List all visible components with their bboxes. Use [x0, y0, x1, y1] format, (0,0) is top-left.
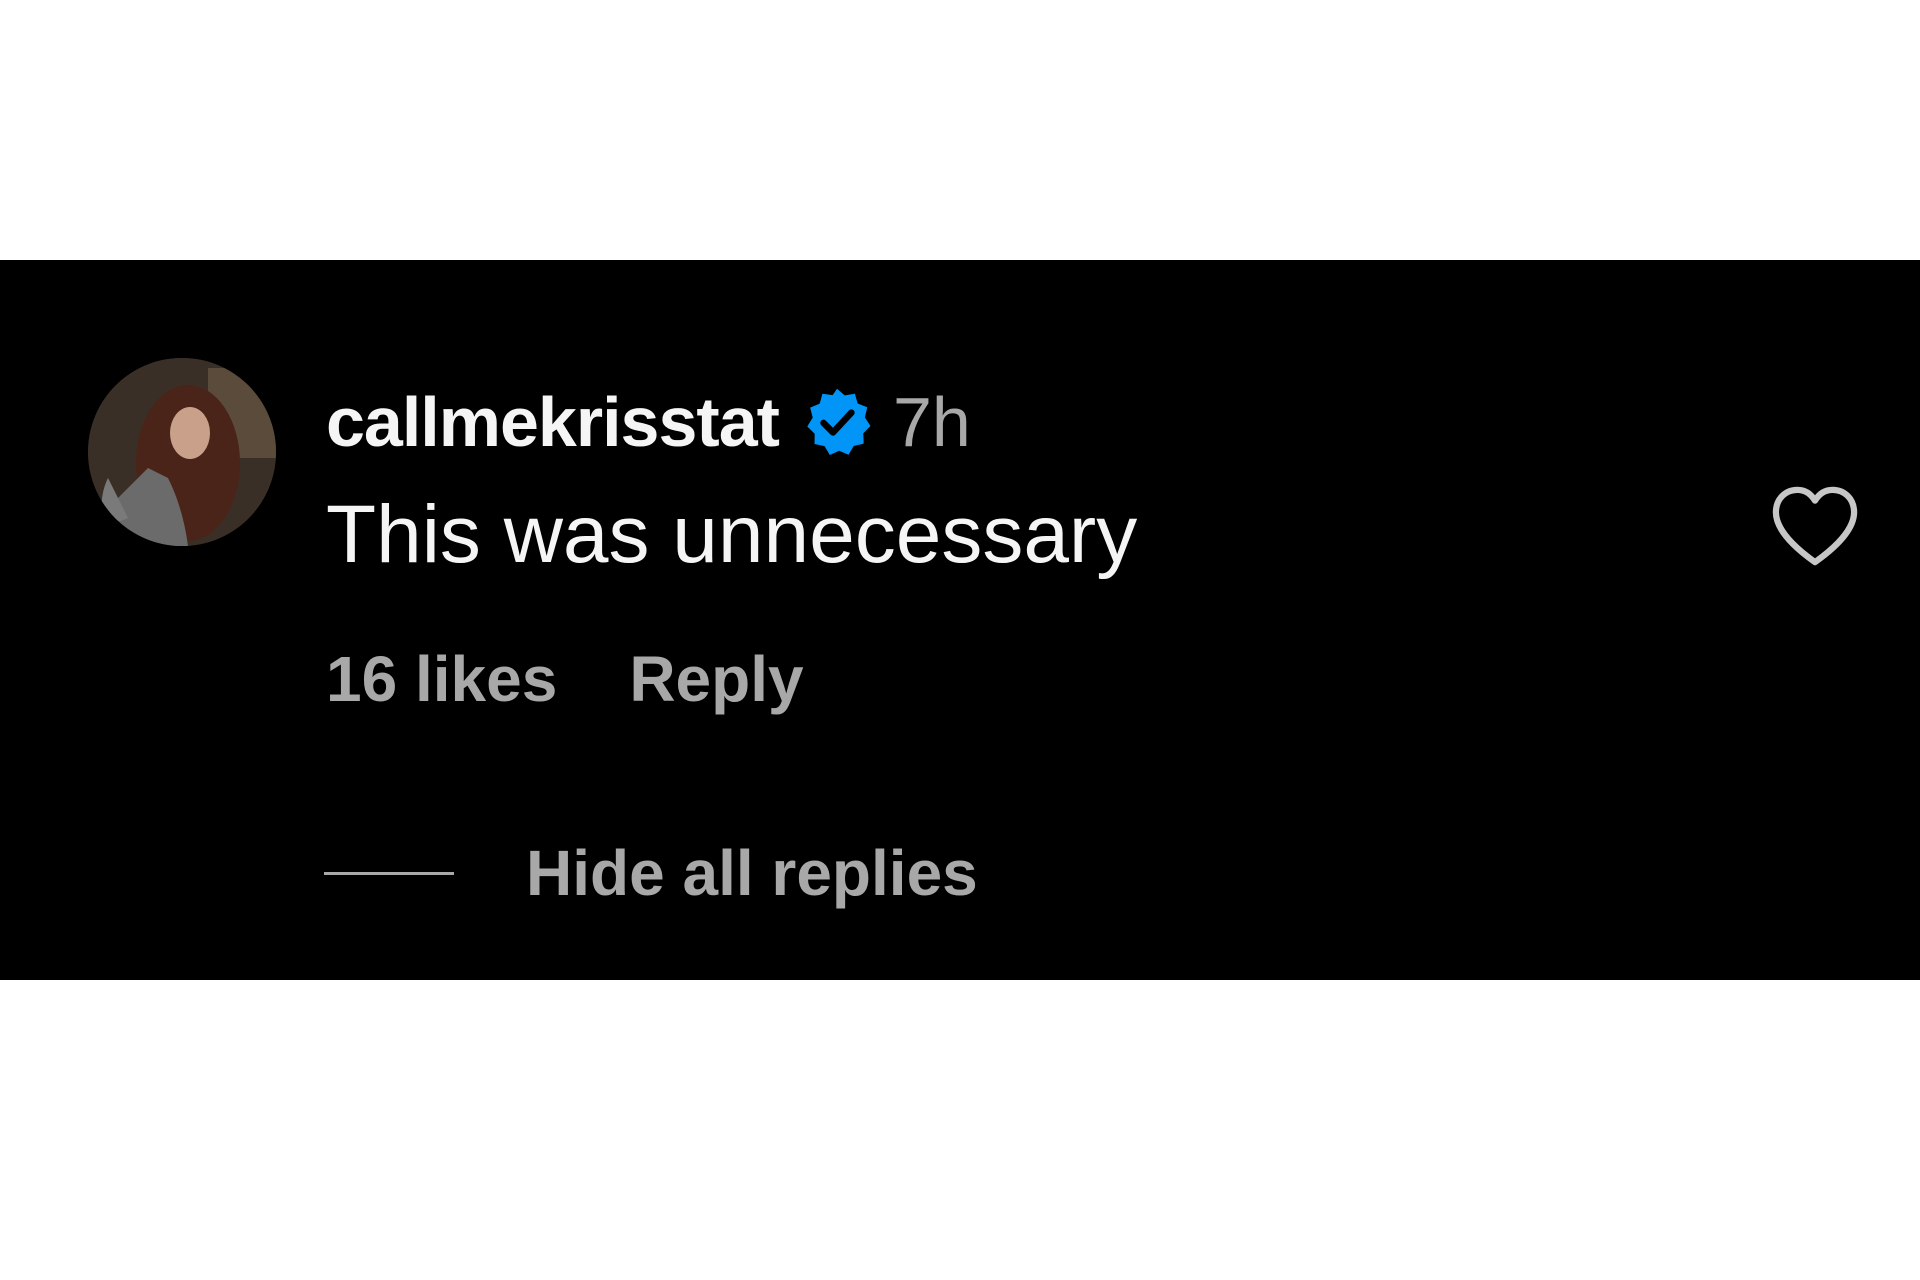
comment-actions: 16 likes Reply: [326, 642, 804, 716]
verified-badge-icon: [801, 386, 873, 458]
comment-panel: callmekrisstat 7h This was unnecessary 1…: [0, 260, 1920, 980]
heart-outline-icon[interactable]: [1768, 482, 1862, 568]
avatar[interactable]: [88, 358, 276, 546]
avatar-photo: [88, 358, 276, 546]
username-link[interactable]: callmekrisstat: [326, 382, 780, 462]
replies-divider: [324, 871, 454, 875]
page: callmekrisstat 7h This was unnecessary 1…: [0, 0, 1920, 1280]
reply-button[interactable]: Reply: [629, 642, 803, 716]
comment-header: callmekrisstat 7h: [326, 382, 971, 462]
likes-count[interactable]: 16 likes: [326, 642, 557, 716]
hide-replies-button[interactable]: Hide all replies: [526, 836, 978, 910]
comment-timestamp: 7h: [892, 383, 971, 461]
comment-text: This was unnecessary: [326, 489, 1138, 580]
replies-toggle-row: Hide all replies: [324, 836, 978, 910]
